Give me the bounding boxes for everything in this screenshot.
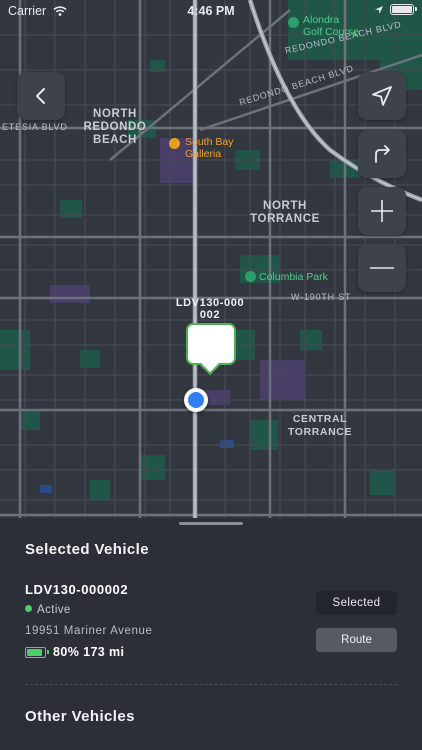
map-view[interactable]: NORTH REDONDO BEACH NORTH TORRANCE CENTR… — [0, 0, 422, 530]
vehicle-name: LDV130-000002 — [25, 582, 129, 597]
poi-label: South Bay Galleria — [185, 136, 234, 160]
vehicle-address: 19951 Mariner Avenue — [25, 625, 153, 637]
navigation-arrow-icon — [372, 86, 392, 106]
route-button[interactable]: Route — [316, 628, 397, 652]
zoom-out-button[interactable] — [358, 244, 406, 292]
vehicle-marker-label: LDV130-000 002 — [175, 297, 245, 321]
back-button[interactable] — [17, 72, 65, 120]
road-label-artesia-blvd: ETESIA BLVD — [2, 122, 68, 132]
battery-icon — [390, 4, 417, 15]
section-divider — [25, 684, 397, 685]
turn-right-arrow-icon — [375, 145, 390, 163]
chevron-left-icon — [36, 88, 45, 104]
area-label-central-torrance: CENTRAL TORRANCE — [287, 413, 353, 438]
shopping-bag-icon — [169, 138, 180, 149]
sheet-grabber-handle[interactable] — [179, 522, 243, 525]
status-bar: Carrier 4:46 PM — [0, 0, 422, 22]
location-arrow-icon — [375, 5, 383, 14]
selected-button[interactable]: Selected — [316, 591, 397, 615]
status-dot-icon — [25, 605, 32, 612]
poi-south-bay-galleria[interactable]: South Bay Galleria — [169, 136, 233, 160]
plus-icon — [371, 200, 393, 222]
tree-icon — [245, 271, 256, 282]
bottom-sheet[interactable]: Selected Vehicle LDV130-000002 Active 19… — [0, 518, 422, 750]
directions-button[interactable] — [358, 130, 406, 178]
user-location-dot — [184, 388, 208, 412]
other-vehicles-title: Other Vehicles — [25, 708, 135, 725]
selected-vehicle-title: Selected Vehicle — [25, 541, 149, 558]
area-label-north-torrance: NORTH TORRANCE — [250, 200, 320, 225]
minus-icon — [370, 267, 394, 269]
battery-range-text: 80% 173 mi — [53, 645, 125, 659]
status-right — [374, 4, 417, 15]
locate-me-button[interactable] — [358, 72, 406, 120]
vehicle-battery: 80% 173 mi — [25, 645, 124, 659]
road-label-w190th-st: W-190TH ST — [291, 292, 352, 302]
zoom-in-button[interactable] — [358, 187, 406, 235]
status-time: 4:46 PM — [187, 4, 235, 18]
battery-icon — [25, 646, 49, 658]
vehicle-marker-pin[interactable] — [186, 323, 236, 365]
poi-columbia-park[interactable]: Columbia Park — [245, 271, 328, 283]
battery-level-fill — [27, 648, 43, 656]
area-label-north-redondo-beach: NORTH REDONDO BEACH — [83, 108, 147, 146]
vehicle-status: Active — [25, 604, 71, 616]
poi-label: Columbia Park — [259, 271, 328, 283]
